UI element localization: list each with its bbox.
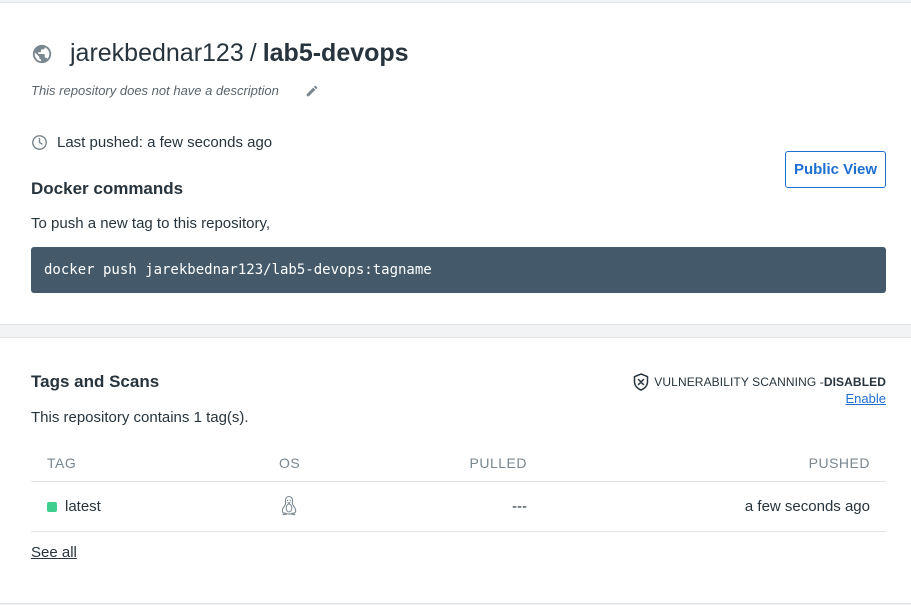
tags-and-scans-card: Tags and Scans This repository contains … xyxy=(0,337,911,604)
last-pushed: Last pushed: a few seconds ago xyxy=(31,134,272,151)
clock-icon xyxy=(31,134,48,151)
tags-and-scans-title: Tags and Scans xyxy=(31,372,160,391)
linux-icon xyxy=(280,495,298,517)
column-header-pushed: PUSHED xyxy=(808,455,870,471)
column-header-tag: TAG xyxy=(47,455,77,471)
repository-info-card: jarekbednar123 / lab5-devops This reposi… xyxy=(0,2,911,325)
repository-owner[interactable]: jarekbednar123 xyxy=(70,39,244,68)
push-description: To push a new tag to this repository, xyxy=(31,215,271,232)
globe-icon xyxy=(31,43,53,65)
vulnerability-scanning-state: DISABLED xyxy=(823,375,886,389)
last-pushed-text: Last pushed: a few seconds ago xyxy=(57,134,273,151)
public-view-button[interactable]: Public View xyxy=(785,151,886,188)
see-all-link[interactable]: See all xyxy=(31,544,77,561)
vulnerability-scanning-status: VULNERABILITY SCANNING - DISABLED xyxy=(633,373,886,391)
repository-name: lab5-devops xyxy=(262,39,409,67)
tag-count-text: This repository contains 1 tag(s). xyxy=(31,409,249,426)
enable-scanning-link[interactable]: Enable xyxy=(846,391,886,406)
column-header-os: OS xyxy=(279,455,301,471)
table-row[interactable]: latest --- a few seconds ago xyxy=(31,482,886,532)
description-text: This repository does not have a descript… xyxy=(31,83,279,98)
pushed-cell: a few seconds ago xyxy=(744,498,870,515)
repository-title: jarekbednar123 / lab5-devops xyxy=(31,39,409,68)
column-header-pulled: PULLED xyxy=(469,455,527,471)
tags-table-header: TAG OS PULLED PUSHED xyxy=(31,446,886,482)
repository-separator: / xyxy=(249,39,257,67)
tags-table: TAG OS PULLED PUSHED latest --- a few se… xyxy=(31,446,886,532)
shield-x-icon xyxy=(633,373,649,391)
pulled-cell: --- xyxy=(512,498,527,515)
edit-pencil-icon[interactable] xyxy=(305,84,319,98)
docker-commands-title: Docker commands xyxy=(31,179,184,198)
vulnerability-scanning-label: VULNERABILITY SCANNING - xyxy=(654,375,824,389)
tag-status-dot xyxy=(47,501,57,512)
docker-push-command[interactable]: docker push jarekbednar123/lab5-devops:t… xyxy=(31,247,886,293)
repository-description: This repository does not have a descript… xyxy=(31,83,319,98)
tag-cell[interactable]: latest xyxy=(47,498,101,515)
tag-name[interactable]: latest xyxy=(65,498,101,515)
